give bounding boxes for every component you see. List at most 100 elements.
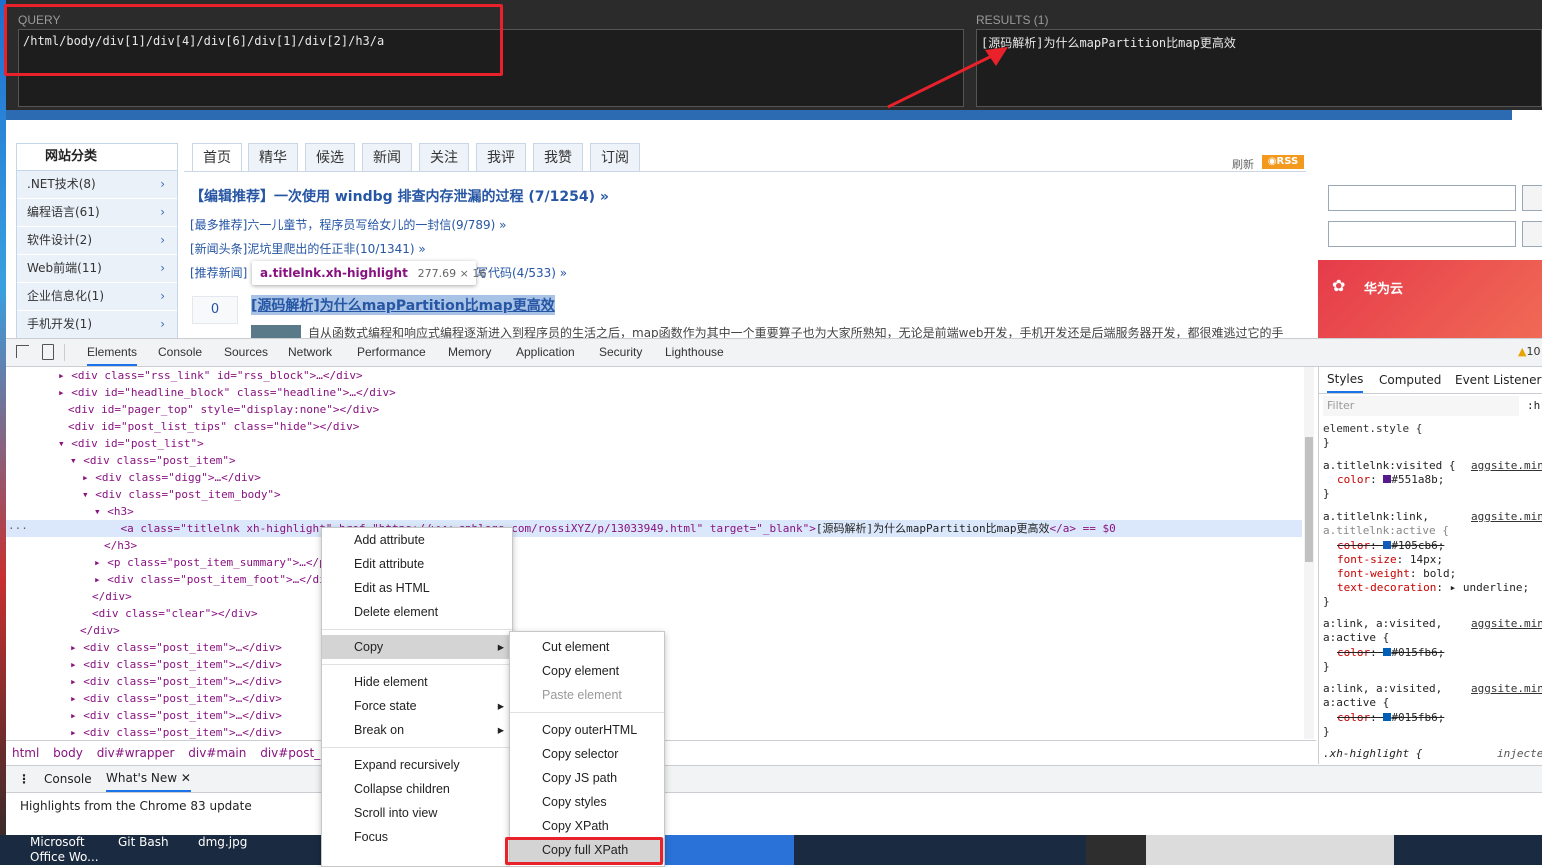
category-item[interactable]: 企业信息化(1) › [17,283,177,311]
menu-collapse-children[interactable]: Collapse children [322,777,512,801]
category-item[interactable]: .NET技术(8) › [17,171,177,199]
menu-edit-attribute[interactable]: Edit attribute [322,552,512,576]
menu-focus[interactable]: Focus [322,825,512,849]
crumb-main[interactable]: div#main [188,746,246,760]
tree-row[interactable]: ▾ <div id="post_list"> [58,435,204,452]
menu-edit-as-html[interactable]: Edit as HTML [322,576,512,600]
tab-news[interactable]: 新闻 [362,143,412,172]
tree-row[interactable]: ▸ <div class="post_item_foot">…</div> [94,571,339,588]
news-link-3[interactable]: 写代码(4/533) » [476,264,567,281]
tree-row[interactable]: ▸ <div class="post_item">…</div> [70,656,282,673]
source-link[interactable]: aggsite.min [1471,617,1542,631]
tab-computed[interactable]: Computed [1379,367,1441,393]
warning-indicator[interactable]: ▲10 [1518,345,1540,358]
tree-row[interactable]: ▸ <div class="post_item">…</div> [70,639,282,656]
menu-copy-xpath[interactable]: Copy XPath [510,814,664,838]
digg-box[interactable]: 0 [192,296,238,324]
tree-row[interactable]: ▾ <h3> [94,503,134,520]
tab-sources[interactable]: Sources [224,339,268,366]
menu-cut-element[interactable]: Cut element [510,635,664,659]
tab-following[interactable]: 关注 [419,143,469,172]
menu-break-on[interactable]: Break on ▸ [322,718,512,742]
tab-styles[interactable]: Styles [1327,367,1364,393]
tab-event-listeners[interactable]: Event Listeners [1455,367,1542,393]
taskbar-gitbash[interactable]: Git Bash [118,835,169,849]
category-item[interactable]: 编程语言(61) › [17,199,177,227]
tab-memory[interactable]: Memory [448,339,491,366]
tree-row[interactable]: </div> [80,622,120,639]
tree-row[interactable]: ▸ <p class="post_item_summary">…</p> [94,554,332,571]
tab-console[interactable]: Console [158,339,202,366]
tab-elements[interactable]: Elements [87,339,138,366]
rss-badge[interactable]: ◉RSS [1262,155,1304,169]
tree-row-selected[interactable]: ··· <a class="titlelnk xh-highlight" hre… [6,520,1302,537]
filter-suffix[interactable]: :h [1527,399,1540,413]
close-icon[interactable]: ✕ [181,771,191,785]
tab-candidate[interactable]: 候选 [305,143,355,172]
tree-row[interactable]: <div id="pager_top" style="display:none"… [68,401,379,418]
search-field-2[interactable] [1328,221,1516,247]
news-link-2[interactable]: [新闻头条]泥坑里爬出的任正非(10/1341) » [190,240,426,257]
news-link-1[interactable]: [最多推荐]六一儿童节，程序员写给女儿的一封信(9/789) » [190,216,506,233]
search-button-2[interactable] [1522,221,1542,247]
category-item[interactable]: 软件设计(2) › [17,227,177,255]
source-link[interactable]: aggsite.min [1471,510,1542,524]
tab-my-likes[interactable]: 我赞 [533,143,583,172]
menu-copy-js-path[interactable]: Copy JS path [510,766,664,790]
tree-row[interactable]: ▸ <div class="digg">…</div> [82,469,261,486]
menu-copy[interactable]: Copy ▸ [322,635,512,659]
tab-network[interactable]: Network [288,339,332,366]
tree-row[interactable]: ▸ <div class="post_item">…</div> [70,724,282,739]
taskbar-word[interactable]: Microsoft Office Wo... [30,835,120,865]
post-title-link[interactable]: [源码解析]为什么mapPartition比map更高效 [251,295,555,315]
huawei-ad[interactable]: ✿ 华为云 [1318,260,1542,338]
menu-copy-selector[interactable]: Copy selector [510,742,664,766]
device-toggle-icon[interactable] [42,344,54,360]
drawer-tab-whats-new[interactable]: What's New ✕ [106,766,191,792]
menu-expand-recursively[interactable]: Expand recursively [322,753,512,777]
tree-row[interactable]: </div> [92,588,132,605]
tree-row[interactable]: ▾ <div class="post_item_body"> [82,486,281,503]
category-item[interactable]: Web前端(11) › [17,255,177,283]
tab-lighthouse[interactable]: Lighthouse [665,339,724,366]
menu-copy-styles[interactable]: Copy styles [510,790,664,814]
crumb-wrapper[interactable]: div#wrapper [97,746,175,760]
tab-performance[interactable]: Performance [357,339,426,366]
crumb-html[interactable]: html [12,746,39,760]
tree-row[interactable]: ▸ <div class="post_item">…</div> [70,707,282,724]
tab-security[interactable]: Security [599,339,642,366]
tree-row[interactable]: <div class="clear"></div> [92,605,258,622]
source-link[interactable]: aggsite.min [1471,459,1542,473]
scrollbar-thumb[interactable] [1305,437,1313,562]
tab-home[interactable]: 首页 [192,143,242,172]
search-button-1[interactable] [1522,185,1542,211]
phone-icon[interactable] [1086,835,1146,865]
menu-copy-element[interactable]: Copy element [510,659,664,683]
menu-delete-element[interactable]: Delete element [322,600,512,624]
refresh-link[interactable]: 刷新 [1232,156,1254,172]
drawer-tab-console[interactable]: Console [44,766,92,792]
headline-link[interactable]: 【编辑推荐】一次使用 windbg 排查内存泄漏的过程 (7/1254) » [190,186,609,206]
tree-row[interactable]: ▸ <div class="post_item">…</div> [70,690,282,707]
tree-row[interactable]: ▸ <div class="rss_link" id="rss_block">…… [58,367,363,384]
styles-filter[interactable]: Filter [1323,396,1519,416]
menu-hide-element[interactable]: Hide element [322,670,512,694]
tab-application[interactable]: Application [516,339,575,366]
tree-row[interactable]: <div id="post_list_tips" class="hide"></… [68,418,359,435]
category-item[interactable]: 手机开发(1) › [17,311,177,338]
taskbar-image[interactable]: dmg.jpg [198,835,247,849]
tab-featured[interactable]: 精华 [248,143,298,172]
tree-row[interactable]: ▸ <div class="post_item">…</div> [70,673,282,690]
menu-copy-outerhtml[interactable]: Copy outerHTML [510,718,664,742]
search-field-1[interactable] [1328,185,1516,211]
tree-row[interactable]: ▸ <div id="headline_block" class="headli… [58,384,396,401]
tab-my-comments[interactable]: 我评 [476,143,526,172]
menu-add-attribute[interactable]: Add attribute [322,528,512,552]
inspect-icon[interactable] [16,345,29,358]
crumb-body[interactable]: body [53,746,83,760]
menu-force-state[interactable]: Force state ▸ [322,694,512,718]
tree-scrollbar[interactable] [1304,367,1314,739]
drawer-menu-icon[interactable]: ⋮ [18,766,30,792]
menu-scroll-into-view[interactable]: Scroll into view [322,801,512,825]
tab-subscriptions[interactable]: 订阅 [590,143,640,172]
